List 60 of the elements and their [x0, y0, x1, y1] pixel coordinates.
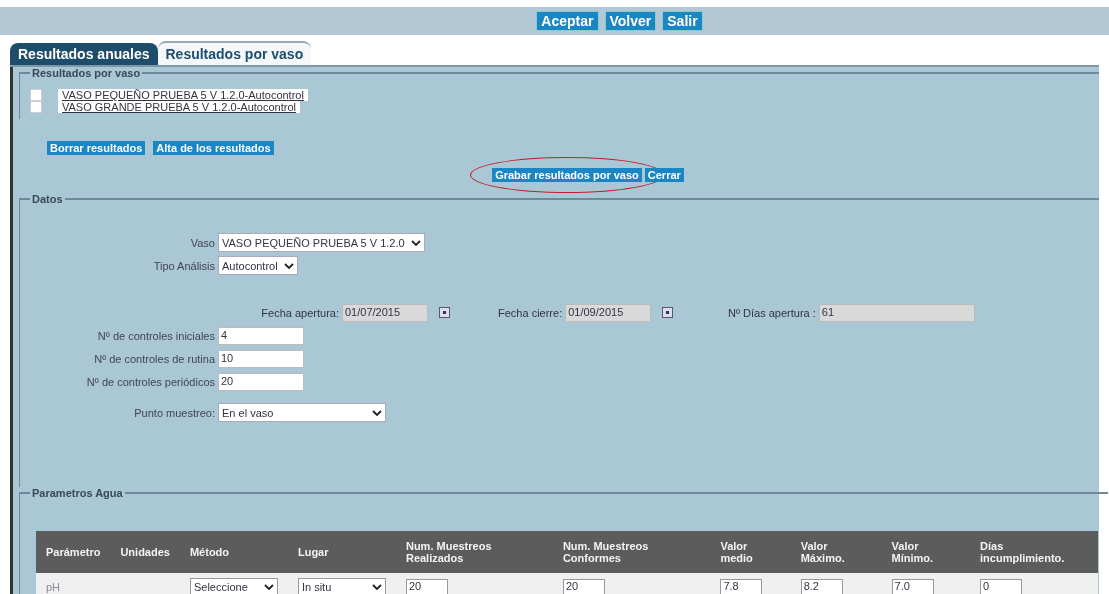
- date-field[interactable]: 01/07/2015: [342, 303, 428, 322]
- field-label: Nº de controles de rutina: [93, 352, 215, 365]
- days-field[interactable]: 61: [818, 303, 975, 322]
- select-field[interactable]: Seleccione: [189, 578, 278, 594]
- column-header: Num. Muestreos Realizados: [395, 531, 553, 573]
- top-button[interactable]: Salir: [662, 11, 703, 31]
- input-field[interactable]: 4: [218, 326, 304, 345]
- column-header: Días incumplimiento.: [970, 531, 1098, 573]
- select-field[interactable]: In situ: [297, 578, 386, 594]
- input-field[interactable]: 10: [218, 349, 304, 368]
- table-cell: pH: [36, 573, 111, 594]
- input-field[interactable]: 7.0: [891, 579, 934, 594]
- field-label: Fecha cierre:: [498, 306, 563, 319]
- tab[interactable]: Resultados por vaso: [157, 41, 312, 65]
- action-button[interactable]: Borrar resultados: [47, 141, 146, 155]
- input-field[interactable]: 7.8: [720, 579, 763, 594]
- caret-icon: [371, 584, 382, 590]
- column-header: Valor Máximo.: [790, 531, 882, 573]
- column-header: Parámetro: [36, 531, 111, 573]
- input-field[interactable]: 20: [405, 579, 448, 594]
- column-header: Num. Muestreos Conformes: [552, 531, 711, 573]
- top-button[interactable]: Aceptar: [536, 11, 599, 31]
- caret-icon: [410, 239, 421, 246]
- field-label: Vaso: [189, 236, 215, 249]
- section-legend: Parametros Agua: [30, 487, 125, 499]
- input-field[interactable]: 8.2: [800, 579, 843, 594]
- field-label: Tipo Análisis: [152, 259, 215, 272]
- field-label: Nº de controles iniciales: [96, 329, 215, 342]
- caret-icon: [283, 262, 294, 269]
- caret-icon: [372, 409, 382, 416]
- field-label: Nº Días apertura :: [728, 306, 816, 319]
- select-field[interactable]: VASO PEQUEÑO PRUEBA 5 V 1.2.0: [218, 233, 425, 252]
- field-label: Fecha apertura:: [261, 306, 339, 319]
- field-label: Nº de controles periódicos: [85, 375, 215, 388]
- column-header: Valor medio: [710, 531, 791, 573]
- checkbox[interactable]: [30, 89, 42, 101]
- caret-icon: [263, 584, 274, 590]
- select-field[interactable]: En el vaso: [218, 403, 386, 422]
- section-legend: Datos: [30, 193, 65, 205]
- section-legend: Resultados por vaso: [30, 67, 143, 79]
- save-button[interactable]: Grabar resultados por vaso: [492, 168, 642, 182]
- input-field[interactable]: 20: [218, 372, 304, 391]
- column-header: Valor Mínimo.: [881, 531, 971, 573]
- top-button[interactable]: Volver: [604, 11, 657, 31]
- input-field[interactable]: 0: [980, 579, 1023, 594]
- column-header: Método: [179, 531, 288, 573]
- checkbox[interactable]: [30, 101, 42, 113]
- column-header: Unidades: [110, 531, 180, 573]
- tab[interactable]: Resultados anuales: [10, 43, 158, 65]
- vaso-link[interactable]: VASO PEQUEÑO PRUEBA 5 V 1.2.0-Autocontrol: [58, 89, 308, 101]
- select-field[interactable]: Autocontrol: [218, 256, 298, 275]
- vaso-link[interactable]: VASO GRANDE PRUEBA 5 V 1.2.0-Autocontrol: [58, 101, 300, 113]
- input-field[interactable]: 20: [562, 579, 605, 594]
- action-button[interactable]: Alta de los resultados: [153, 141, 274, 155]
- column-header: Lugar: [287, 531, 396, 573]
- date-field[interactable]: 01/09/2015: [565, 303, 652, 322]
- save-button[interactable]: Cerrar: [644, 168, 684, 182]
- calendar-icon[interactable]: [439, 307, 450, 318]
- field-label: Punto muestreo:: [133, 406, 215, 419]
- calendar-icon[interactable]: [662, 307, 674, 318]
